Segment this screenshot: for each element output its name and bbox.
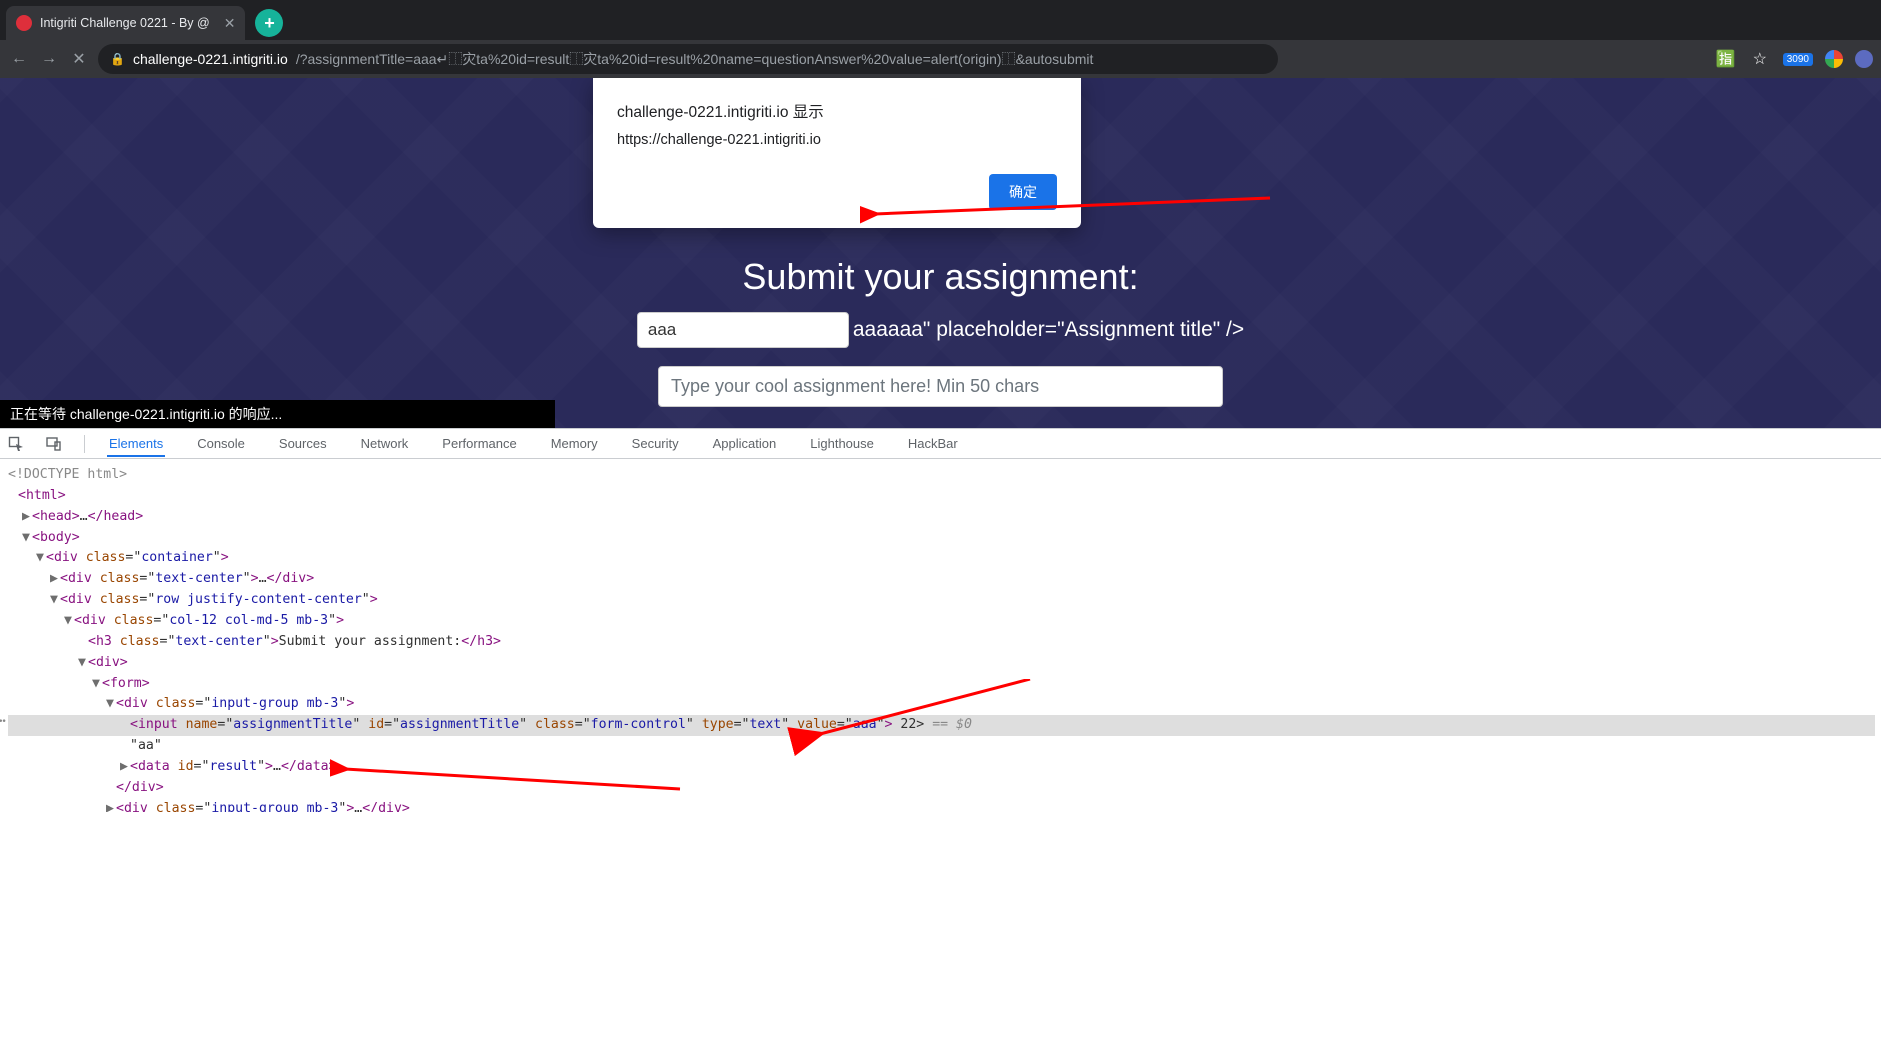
tab-strip: Intigriti Challenge 0221 - By @ ✕ + (0, 0, 1881, 40)
lock-icon: 🔒 (110, 52, 125, 66)
dom-node[interactable]: ▶<head>…</head> (8, 507, 1875, 528)
page-viewport: challenge-0221.intigriti.io 显示 https://c… (0, 78, 1881, 428)
dom-node[interactable]: ▶<div class="input-group mb-3">…</div> (8, 799, 1875, 812)
dom-node[interactable]: ▶<div class="text-center">…</div> (8, 569, 1875, 590)
dom-node[interactable]: "aa" (8, 736, 1875, 757)
dom-doctype: <!DOCTYPE html> (8, 465, 1875, 486)
address-bar: ← → ✕ 🔒 challenge-0221.intigriti.io /?ass… (0, 40, 1881, 78)
alert-message: https://challenge-0221.intigriti.io (617, 132, 1057, 148)
tab-close-icon[interactable]: ✕ (224, 15, 236, 32)
devtools-tab-application[interactable]: Application (711, 430, 779, 457)
dom-node[interactable]: </div> (8, 778, 1875, 799)
browser-chrome: Intigriti Challenge 0221 - By @ ✕ + ← → … (0, 0, 1881, 78)
js-alert-dialog: challenge-0221.intigriti.io 显示 https://c… (593, 78, 1081, 228)
nav-back-icon[interactable]: ← (8, 50, 30, 68)
assignment-textarea[interactable]: Type your cool assignment here! Min 50 c… (658, 366, 1223, 407)
devtools-tabs: Elements Console Sources Network Performance… (0, 429, 1881, 459)
dom-node[interactable]: ▼<div class="row justify-content-center"… (8, 590, 1875, 611)
devtools-tab-lighthouse[interactable]: Lighthouse (808, 430, 876, 457)
toolbar-right: 🈯 ☆ 3090 (1715, 49, 1873, 69)
nav-stop-icon[interactable]: ✕ (68, 49, 90, 69)
dom-node[interactable]: <input name="assignmentTitle" id="assign… (8, 715, 1875, 736)
devtools-tab-memory[interactable]: Memory (549, 430, 600, 457)
browser-tab[interactable]: Intigriti Challenge 0221 - By @ ✕ (6, 6, 245, 40)
url-path: /?assignmentTitle=aaa↵⿰灾ta%20id=result⿰灾… (296, 49, 1094, 69)
devtools-tab-sources[interactable]: Sources (277, 430, 329, 457)
omnibox[interactable]: 🔒 challenge-0221.intigriti.io /?assignmen… (98, 44, 1278, 74)
dom-node[interactable]: ▼<form> (8, 674, 1875, 695)
dom-node[interactable]: <h3 class="text-center">Submit your assi… (8, 632, 1875, 653)
dom-node[interactable]: ▼<div class="container"> (8, 548, 1875, 569)
devtools-tab-elements[interactable]: Elements (107, 430, 165, 457)
translate-icon[interactable]: 🈯 (1715, 49, 1737, 69)
favicon-icon (16, 15, 32, 31)
device-toggle-icon[interactable] (46, 436, 62, 452)
tab-title: Intigriti Challenge 0221 - By @ (40, 16, 210, 30)
extension-badge[interactable]: 3090 (1783, 53, 1813, 66)
devtools-tab-console[interactable]: Console (195, 430, 247, 457)
injected-markup-text: aaaaaa" placeholder="Assignment title" /… (853, 318, 1244, 342)
nav-forward-icon[interactable]: → (38, 50, 60, 68)
dom-node[interactable]: ▼<div class="col-12 col-md-5 mb-3"> (8, 611, 1875, 632)
alert-origin: challenge-0221.intigriti.io 显示 (617, 100, 1057, 122)
devtools-panel: Elements Console Sources Network Performance… (0, 428, 1881, 812)
devtools-tab-performance[interactable]: Performance (440, 430, 518, 457)
url-host: challenge-0221.intigriti.io (133, 51, 288, 67)
dom-node[interactable]: ▼<body> (8, 528, 1875, 549)
star-icon[interactable]: ☆ (1749, 49, 1771, 69)
page-heading: Submit your assignment: (742, 256, 1138, 298)
devtools-elements-tree[interactable]: <!DOCTYPE html> <html>▶<head>…</head>▼<b… (0, 459, 1881, 812)
dom-node[interactable]: ▼<div> (8, 653, 1875, 674)
dom-node[interactable]: ▶<data id="result">…</data> (8, 757, 1875, 778)
extension-icon[interactable] (1855, 50, 1873, 68)
dom-node[interactable]: ▼<div class="input-group mb-3"> (8, 694, 1875, 715)
devtools-tab-security[interactable]: Security (630, 430, 681, 457)
alert-ok-button[interactable]: 确定 (989, 174, 1057, 210)
devtools-tab-network[interactable]: Network (359, 430, 411, 457)
devtools-tab-hackbar[interactable]: HackBar (906, 430, 960, 457)
dom-node[interactable]: <html> (8, 486, 1875, 507)
inspect-icon[interactable] (8, 436, 24, 452)
new-tab-button[interactable]: + (255, 9, 283, 37)
extension-icon[interactable] (1825, 50, 1843, 68)
assignment-title-input[interactable] (637, 312, 849, 348)
